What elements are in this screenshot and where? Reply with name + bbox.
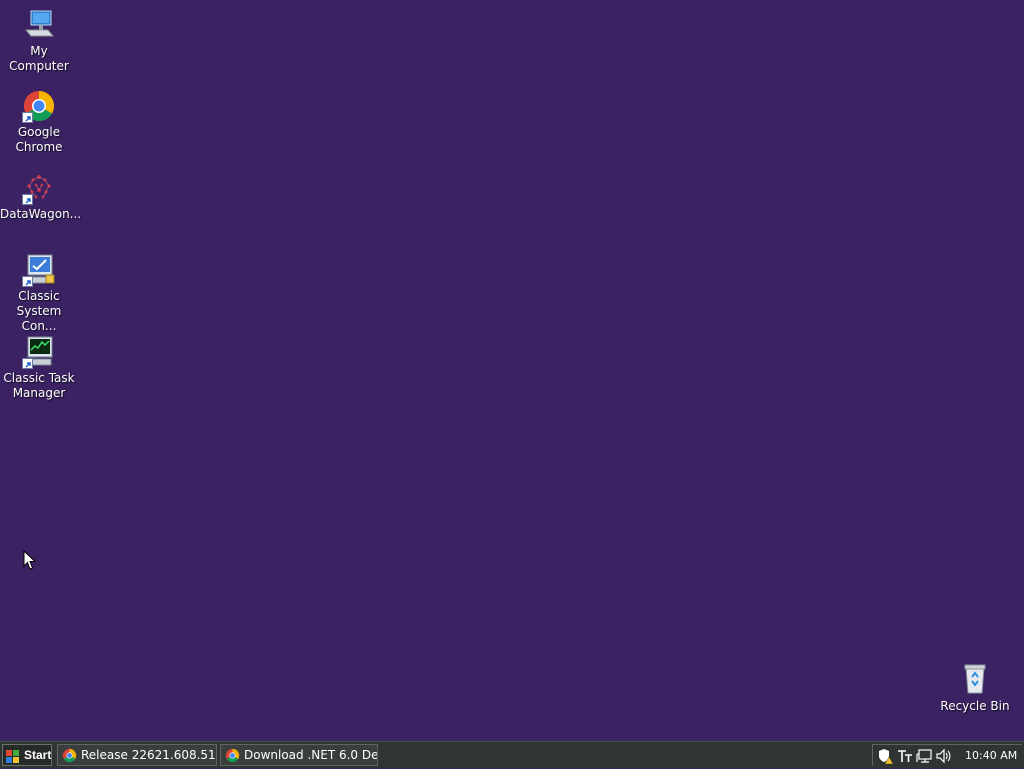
shortcut-arrow-icon [22,194,33,205]
desktop-icon-label: Classic Task Manager [3,371,75,400]
system-tray: 10:40 AM [872,744,1022,766]
computer-icon [22,8,56,42]
desktop-icon-datawagon[interactable]: DataWagon... [0,171,82,222]
volume-icon[interactable] [935,748,951,764]
desktop-icon-label: Recycle Bin [940,699,1010,713]
datawagon-icon [22,171,56,205]
recycle-bin-icon [958,663,992,697]
clock[interactable]: 10:40 AM [965,745,1017,767]
desktop-icon-my-computer[interactable]: My Computer [0,8,78,74]
task-manager-icon [22,335,56,369]
taskbar-button-download-net[interactable]: Download .NET 6.0 Des... [220,744,378,766]
desktop-icon-classic-system-control[interactable]: Classic System Con... [0,253,78,334]
taskbar-button-label: Release 22621.608.51.3 -... [81,748,216,762]
desktop-icon-label: DataWagon... [0,207,82,221]
chrome-icon [22,89,56,123]
start-button[interactable]: Start [2,744,52,766]
desktop-icon-classic-task-manager[interactable]: Classic Task Manager [0,335,78,401]
network-icon[interactable] [916,748,932,764]
desktop-icon-google-chrome[interactable]: Google Chrome [0,89,78,155]
shortcut-arrow-icon [22,358,33,369]
desktop-icon-label: Google Chrome [15,125,63,154]
font-icon[interactable] [897,748,913,764]
desktop-icon-label: My Computer [9,44,69,73]
start-label: Start [24,748,52,762]
control-panel-icon [22,253,56,287]
desktop: My Computer Google Chrome DataWagon... C… [0,0,1024,741]
security-warning-icon[interactable] [877,748,894,765]
taskbar-button-label: Download .NET 6.0 Des... [244,748,378,762]
shortcut-arrow-icon [22,276,33,287]
desktop-icon-label: Classic System Con... [16,289,62,333]
taskbar: Start Release 22621.608.51.3 -... Downlo [0,741,1024,768]
chrome-icon [62,748,77,763]
taskbar-button-release[interactable]: Release 22621.608.51.3 -... [57,744,217,766]
desktop-icon-recycle-bin[interactable]: Recycle Bin [936,663,1014,714]
start-logo-icon [6,749,19,763]
chrome-icon [225,748,240,763]
shortcut-arrow-icon [22,112,33,123]
mouse-cursor-icon [23,549,37,574]
